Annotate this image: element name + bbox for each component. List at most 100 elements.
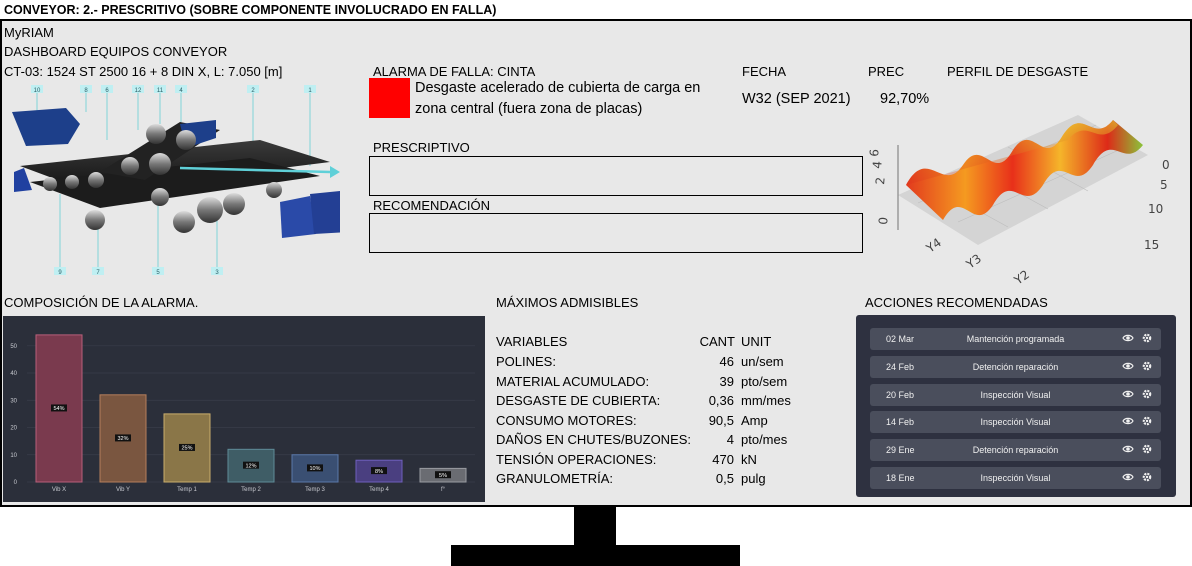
x-tick-label: Vib X — [52, 487, 66, 493]
action-item[interactable]: Inspección Visual 20 Feb — [870, 383, 1161, 406]
row-cant: 90,5 — [708, 412, 734, 428]
wear-z-tick: 2 — [873, 176, 888, 185]
conveyor-diagram: 10 8 6 12 11 4 2 1 9 7 5 3 — [12, 85, 340, 276]
table-row: GRANULOMETRÍA: 0,5 pulg — [496, 471, 806, 489]
row-variable: DAÑOS EN CHUTES/BUZONES: — [496, 432, 692, 447]
wear-y-tick: Y4 — [923, 235, 944, 256]
wear-x-tick: 5 — [1160, 178, 1168, 192]
alarm-description-line2: zona central (fuera zona de placas) — [415, 101, 643, 117]
y-tick-label: 40 — [10, 371, 17, 377]
prescriptivo-label: PRESCRIPTIVO — [373, 140, 470, 155]
row-cant: 0,5 — [715, 471, 734, 486]
gear-icon[interactable] — [1141, 471, 1153, 483]
row-variable: DESGASTE DE CUBIERTA: — [496, 393, 661, 408]
data-label: 5% — [439, 473, 447, 479]
eye-icon[interactable] — [1122, 388, 1134, 400]
diagram-label: 11 — [157, 88, 164, 94]
acciones-label: ACCIONES RECOMENDADAS — [865, 295, 1048, 310]
alarm-composition-chart: 0 10 20 30 40 50 54% Vib X 32% Vib Y 25% Temp 1 12% T… — [3, 316, 485, 502]
x-tick-label: Vib Y — [116, 487, 130, 493]
y-tick-label: 20 — [10, 426, 17, 432]
wear-z-tick: 6 — [868, 148, 882, 157]
eye-icon[interactable] — [1122, 360, 1134, 372]
action-date: 24 Feb — [886, 361, 915, 372]
row-cant: 46 — [719, 354, 734, 369]
x-tick-label: f° — [441, 487, 446, 493]
row-unit: un/sem — [741, 354, 784, 369]
row-variable: MATERIAL ACUMULADO: — [496, 373, 650, 389]
alarm-label: ALARMA DE FALLA: CINTA — [373, 64, 536, 79]
row-cant: 0,36 — [708, 393, 734, 408]
action-item[interactable]: Detención reparación 29 Ene — [870, 439, 1161, 462]
prec-label: PREC — [868, 64, 905, 79]
eye-icon[interactable] — [1122, 443, 1134, 455]
wear-z-tick: 0 — [876, 216, 891, 225]
wear-z-tick: 4 — [870, 160, 885, 169]
table-row: MATERIAL ACUMULADO: 39 pto/sem — [496, 374, 806, 392]
page-title: CONVEYOR: 2.- PRESCRITIVO (SOBRE COMPONE… — [4, 3, 497, 17]
dashboard-title: DASHBOARD EQUIPOS CONVEYOR — [4, 44, 228, 59]
table-header: VARIABLES CANT UNIT — [496, 334, 806, 352]
monitor-stand-base — [451, 545, 740, 566]
fecha-label: FECHA — [742, 64, 787, 79]
app-name: MyRIAM — [4, 25, 54, 40]
x-tick-label: Temp 1 — [177, 487, 197, 493]
header-unit: UNIT — [741, 334, 772, 349]
data-label: 12% — [245, 463, 256, 469]
y-tick-label: 10 — [10, 453, 17, 459]
action-item[interactable]: Mantención programada 02 Mar — [870, 328, 1161, 350]
row-unit: Amp — [741, 412, 768, 428]
x-tick-label: Temp 2 — [241, 487, 261, 493]
eye-icon[interactable] — [1122, 415, 1134, 427]
row-unit: pto/sem — [741, 373, 788, 389]
header-cant: CANT — [699, 334, 735, 349]
action-item[interactable]: Detención reparación 24 Feb — [870, 355, 1161, 378]
gear-icon[interactable] — [1141, 415, 1153, 427]
recomendacion-field[interactable] — [369, 213, 863, 253]
fecha-value: W32 (SEP 2021) — [742, 91, 851, 107]
action-date: 20 Feb — [886, 389, 915, 400]
action-item[interactable]: Inspección Visual 14 Feb — [870, 411, 1161, 434]
x-tick-label: Temp 3 — [305, 487, 325, 493]
gear-icon[interactable] — [1141, 443, 1153, 455]
maximos-label: MÁXIMOS ADMISIBLES — [496, 295, 639, 310]
diagram-label: 12 — [135, 88, 142, 94]
equipment-spec: CT-03: 1524 ST 2500 16 + 8 DIN X, L: 7.0… — [4, 64, 283, 79]
wear-x-tick: 0 — [1162, 158, 1170, 172]
row-unit: mm/mes — [741, 393, 791, 408]
y-tick-label: 30 — [10, 398, 17, 404]
row-variable: POLINES: — [496, 354, 556, 369]
recomendacion-label: RECOMENDACIÓN — [373, 198, 491, 213]
action-item[interactable]: Inspección Visual 18 Ene — [870, 467, 1161, 489]
x-tick-label: Temp 4 — [369, 487, 389, 493]
wear-y-tick: Y3 — [963, 251, 984, 272]
gear-icon[interactable] — [1141, 332, 1153, 344]
y-tick-label: 50 — [10, 344, 17, 350]
row-unit: kN — [741, 451, 757, 467]
table-row: DESGASTE DE CUBIERTA: 0,36 mm/mes — [496, 393, 806, 411]
eye-icon[interactable] — [1122, 471, 1134, 483]
action-date: 14 Feb — [886, 417, 915, 428]
table-row: CONSUMO MOTORES: 90,5 Amp — [496, 413, 806, 431]
row-cant: 4 — [726, 432, 734, 447]
row-unit: pto/mes — [741, 432, 788, 447]
y-tick-label: 0 — [14, 480, 18, 486]
data-label: 32% — [117, 436, 128, 442]
monitor-stand-neck — [574, 507, 616, 545]
bar-chart-svg: 0 10 20 30 40 50 54% Vib X 32% Vib Y 25% Temp 1 12% T… — [10, 334, 475, 493]
data-label: 54% — [53, 406, 64, 412]
header-variables: VARIABLES — [496, 334, 568, 349]
prescriptivo-field[interactable] — [369, 156, 863, 196]
row-cant: 39 — [719, 373, 734, 389]
table-row: DAÑOS EN CHUTES/BUZONES: 4 pto/mes — [496, 432, 806, 450]
wear-y-tick: Y2 — [1011, 267, 1032, 285]
gear-icon[interactable] — [1141, 388, 1153, 400]
data-label: 8% — [375, 469, 383, 475]
diagram-label: 10 — [34, 88, 41, 94]
alarm-status-indicator — [369, 78, 410, 118]
gear-icon[interactable] — [1141, 360, 1153, 372]
wear-x-tick: 10 — [1148, 202, 1163, 216]
eye-icon[interactable] — [1122, 332, 1134, 344]
alarm-description-line1: Desgaste acelerado de cubierta de carga … — [415, 80, 701, 96]
row-variable: TENSIÓN OPERACIONES: — [496, 451, 657, 467]
